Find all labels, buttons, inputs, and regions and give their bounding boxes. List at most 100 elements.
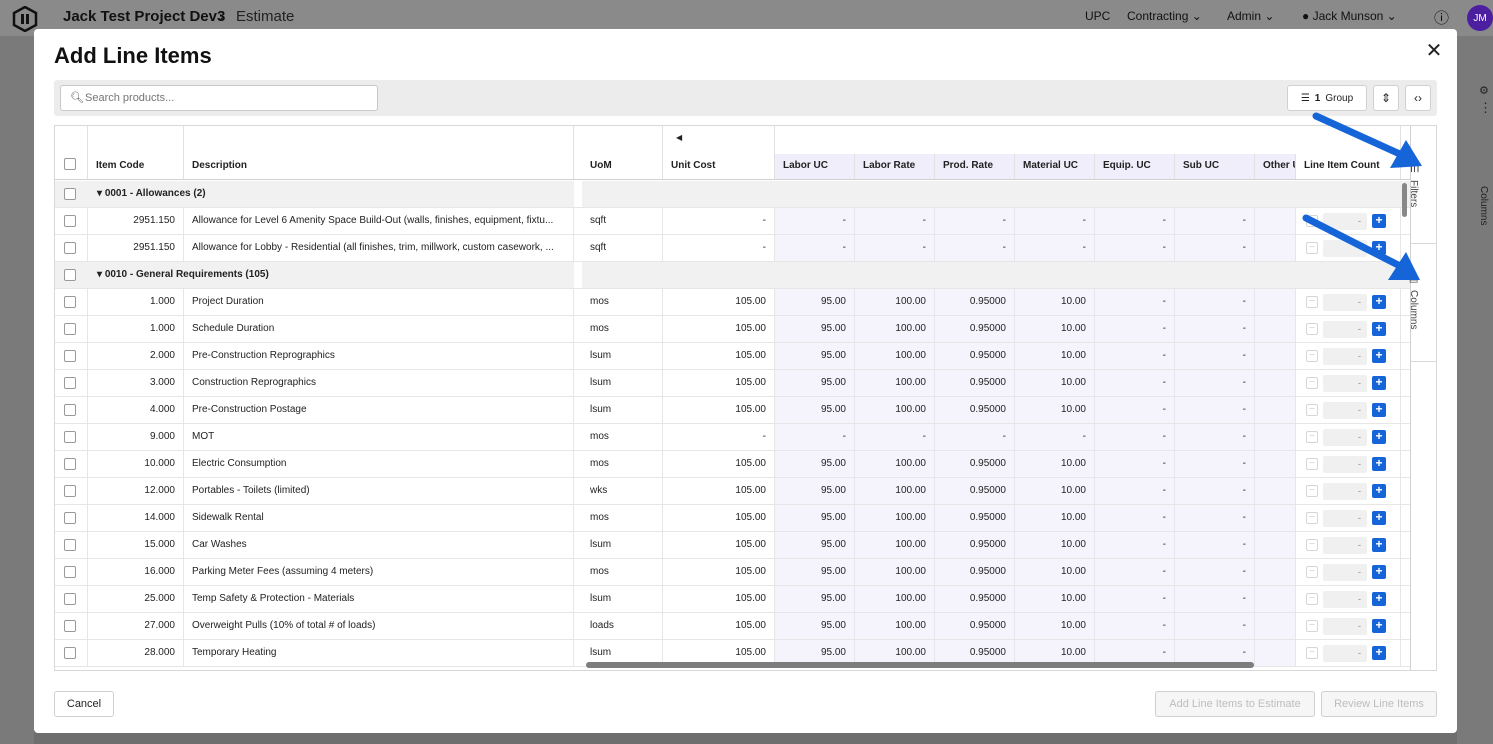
count-stepper-value[interactable]: -: [1323, 645, 1367, 662]
group-row[interactable]: ▾ 0001 - Allowances (2): [55, 181, 1411, 208]
project-name[interactable]: Jack Test Project Dev3: [63, 8, 225, 25]
col-other-uc[interactable]: Other UC: [1255, 154, 1296, 179]
group-row[interactable]: ▾ 0010 - General Requirements (105): [55, 262, 1411, 289]
increment-button[interactable]: +: [1372, 646, 1386, 660]
col-equip-uc[interactable]: Equip. UC: [1095, 154, 1175, 179]
increment-button[interactable]: +: [1372, 349, 1386, 363]
decrement-button[interactable]: −: [1306, 431, 1318, 443]
increment-button[interactable]: +: [1372, 511, 1386, 525]
col-item-code[interactable]: Item Code: [88, 126, 184, 179]
group-label[interactable]: ▾ 0001 - Allowances (2): [97, 181, 206, 207]
count-stepper-value[interactable]: -: [1323, 564, 1367, 581]
select-all-checkbox[interactable]: [64, 158, 76, 170]
row-checkbox[interactable]: [64, 647, 76, 659]
decrement-button[interactable]: −: [1306, 539, 1318, 551]
increment-button[interactable]: +: [1372, 430, 1386, 444]
decrement-button[interactable]: −: [1306, 647, 1318, 659]
table-row[interactable]: 27.000 Overweight Pulls (10% of total # o…: [55, 613, 1411, 640]
nav-contracting[interactable]: Contracting ⌄: [1127, 9, 1202, 23]
increment-button[interactable]: +: [1372, 322, 1386, 336]
horizontal-scrollbar[interactable]: [586, 662, 1254, 668]
increment-button[interactable]: +: [1372, 592, 1386, 606]
code-view-button[interactable]: ‹›: [1405, 85, 1431, 111]
row-checkbox[interactable]: [64, 242, 76, 254]
row-checkbox[interactable]: [64, 458, 76, 470]
col-labor-rate[interactable]: Labor Rate: [855, 154, 935, 179]
table-row[interactable]: 12.000 Portables - Toilets (limited) wks 10…: [55, 478, 1411, 505]
row-checkbox[interactable]: [64, 269, 76, 281]
table-row[interactable]: 16.000 Parking Meter Fees (assuming 4 met…: [55, 559, 1411, 586]
increment-button[interactable]: +: [1372, 457, 1386, 471]
count-stepper-value[interactable]: -: [1323, 429, 1367, 446]
col-material-uc[interactable]: Material UC: [1015, 154, 1095, 179]
increment-button[interactable]: +: [1372, 619, 1386, 633]
decrement-button[interactable]: −: [1306, 350, 1318, 362]
count-stepper-value[interactable]: -: [1323, 537, 1367, 554]
nav-admin[interactable]: Admin ⌄: [1227, 9, 1274, 23]
user-menu[interactable]: ● Jack Munson ⌄: [1302, 9, 1397, 23]
row-checkbox[interactable]: [64, 350, 76, 362]
table-row[interactable]: 2951.150 Allowance for Level 6 Amenity Sp…: [55, 208, 1411, 235]
row-checkbox[interactable]: [64, 188, 76, 200]
group-button[interactable]: ☰ 1 Group: [1287, 85, 1367, 111]
count-stepper-value[interactable]: -: [1323, 348, 1367, 365]
row-checkbox[interactable]: [64, 215, 76, 227]
col-labor-uc[interactable]: Labor UC: [775, 154, 855, 179]
breadcrumb-page[interactable]: Estimate: [236, 8, 294, 25]
col-uom[interactable]: UoM: [582, 126, 663, 179]
table-row[interactable]: 2.000 Pre-Construction Reprographics lsum 1…: [55, 343, 1411, 370]
increment-button[interactable]: +: [1372, 295, 1386, 309]
table-row[interactable]: 25.000 Temp Safety & Protection - Materia…: [55, 586, 1411, 613]
review-line-items-button[interactable]: Review Line Items: [1321, 691, 1437, 717]
decrement-button[interactable]: −: [1306, 404, 1318, 416]
decrement-button[interactable]: −: [1306, 566, 1318, 578]
decrement-button[interactable]: −: [1306, 620, 1318, 632]
decrement-button[interactable]: −: [1306, 593, 1318, 605]
avatar[interactable]: JM: [1467, 5, 1493, 31]
decrement-button[interactable]: −: [1306, 512, 1318, 524]
row-checkbox[interactable]: [64, 404, 76, 416]
count-stepper-value[interactable]: -: [1323, 456, 1367, 473]
row-checkbox[interactable]: [64, 593, 76, 605]
col-description[interactable]: Description: [184, 126, 574, 179]
more-vertical-icon[interactable]: ⋮: [1479, 100, 1492, 116]
search-box[interactable]: 🔍︎: [60, 85, 378, 111]
col-sub-uc[interactable]: Sub UC: [1175, 154, 1255, 179]
collapse-group-left-icon[interactable]: ◀: [676, 133, 682, 142]
row-checkbox[interactable]: [64, 296, 76, 308]
search-input[interactable]: [85, 89, 370, 107]
count-stepper-value[interactable]: -: [1323, 321, 1367, 338]
cancel-button[interactable]: Cancel: [54, 691, 114, 717]
decrement-button[interactable]: −: [1306, 458, 1318, 470]
increment-button[interactable]: +: [1372, 376, 1386, 390]
help-icon[interactable]: ⓘ: [1434, 7, 1449, 28]
gear-icon[interactable]: ⚙: [1479, 84, 1489, 97]
row-checkbox[interactable]: [64, 512, 76, 524]
app-logo-icon[interactable]: [12, 6, 38, 32]
row-checkbox[interactable]: [64, 539, 76, 551]
increment-button[interactable]: +: [1372, 403, 1386, 417]
count-stepper-value[interactable]: -: [1323, 510, 1367, 527]
add-to-estimate-button[interactable]: Add Line Items to Estimate: [1155, 691, 1315, 717]
table-row[interactable]: 14.000 Sidewalk Rental mos 105.00 95.00 100.0…: [55, 505, 1411, 532]
count-stepper-value[interactable]: -: [1323, 294, 1367, 311]
table-row[interactable]: 1.000 Project Duration mos 105.00 95.00 100.0…: [55, 289, 1411, 316]
table-row[interactable]: 4.000 Pre-Construction Postage lsum 105.00 9…: [55, 397, 1411, 424]
table-row[interactable]: 10.000 Electric Consumption mos 105.00 95.00…: [55, 451, 1411, 478]
row-checkbox[interactable]: [64, 377, 76, 389]
table-row[interactable]: 3.000 Construction Reprographics lsum 105.0…: [55, 370, 1411, 397]
decrement-button[interactable]: −: [1306, 377, 1318, 389]
row-checkbox[interactable]: [64, 485, 76, 497]
increment-button[interactable]: +: [1372, 538, 1386, 552]
decrement-button[interactable]: −: [1306, 296, 1318, 308]
row-checkbox[interactable]: [64, 566, 76, 578]
count-stepper-value[interactable]: -: [1323, 402, 1367, 419]
col-prod-rate[interactable]: Prod. Rate: [935, 154, 1015, 179]
count-stepper-value[interactable]: -: [1323, 483, 1367, 500]
table-row[interactable]: 15.000 Car Washes lsum 105.00 95.00 100.00 0.9…: [55, 532, 1411, 559]
group-label[interactable]: ▾ 0010 - General Requirements (105): [97, 262, 269, 288]
expand-collapse-button[interactable]: ⇕: [1373, 85, 1399, 111]
nav-upc[interactable]: UPC: [1085, 9, 1110, 23]
count-stepper-value[interactable]: -: [1323, 375, 1367, 392]
close-icon[interactable]: ✕: [1424, 41, 1444, 61]
